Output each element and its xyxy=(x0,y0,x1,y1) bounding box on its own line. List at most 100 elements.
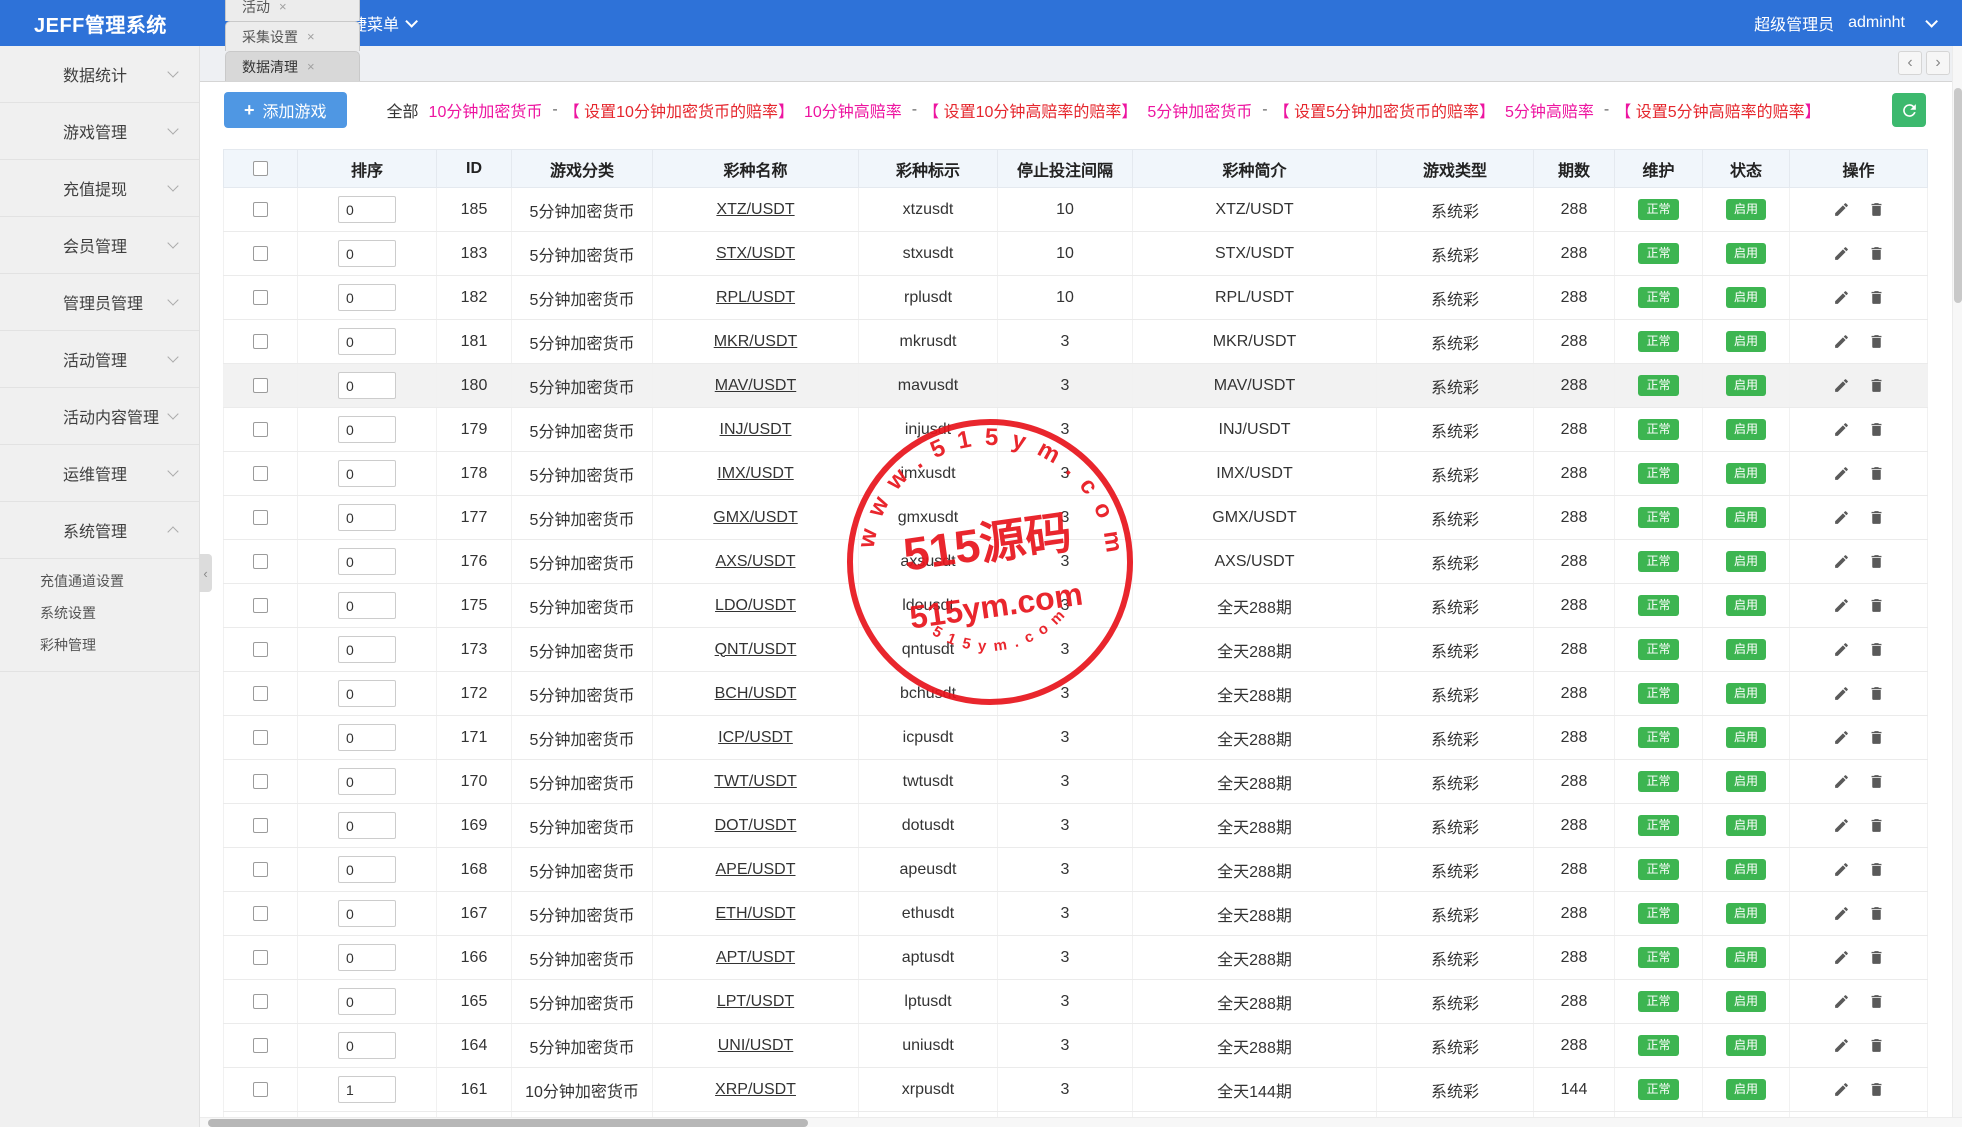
game-name-link[interactable]: ICP/USDT xyxy=(718,729,793,746)
edit-icon[interactable] xyxy=(1833,553,1850,570)
status-badge[interactable]: 启用 xyxy=(1725,331,1766,352)
sort-input[interactable] xyxy=(338,944,396,971)
status-badge[interactable]: 启用 xyxy=(1725,1035,1766,1056)
delete-icon[interactable] xyxy=(1868,685,1885,702)
maintain-badge[interactable]: 正常 xyxy=(1638,1035,1679,1056)
maintain-badge[interactable]: 正常 xyxy=(1638,815,1679,836)
tab-scroll-left-icon[interactable]: ‹ xyxy=(1898,51,1922,75)
maintain-badge[interactable]: 正常 xyxy=(1638,903,1679,924)
sidebar-item-运维管理[interactable]: 运维管理 xyxy=(0,445,199,502)
status-badge[interactable]: 启用 xyxy=(1725,1079,1766,1100)
sidebar-item-会员管理[interactable]: 会员管理 xyxy=(0,217,199,274)
filter-odds-setting-link[interactable]: 【 设置10分钟加密货币的赔率】 xyxy=(564,98,794,122)
sort-input[interactable] xyxy=(338,372,396,399)
game-name-link[interactable]: QNT/USDT xyxy=(715,641,797,658)
sort-input[interactable] xyxy=(338,196,396,223)
game-name-link[interactable]: LDO/USDT xyxy=(715,597,796,614)
edit-icon[interactable] xyxy=(1833,597,1850,614)
edit-icon[interactable] xyxy=(1833,993,1850,1010)
maintain-badge[interactable]: 正常 xyxy=(1638,947,1679,968)
tab-close-icon[interactable]: × xyxy=(307,29,315,44)
delete-icon[interactable] xyxy=(1868,729,1885,746)
select-all-checkbox[interactable] xyxy=(253,160,268,176)
delete-icon[interactable] xyxy=(1868,597,1885,614)
sort-input[interactable] xyxy=(338,680,396,707)
status-badge[interactable]: 启用 xyxy=(1725,727,1766,748)
sort-input[interactable] xyxy=(338,812,396,839)
row-checkbox[interactable] xyxy=(253,817,268,833)
delete-icon[interactable] xyxy=(1868,1037,1885,1054)
status-badge[interactable]: 启用 xyxy=(1725,375,1766,396)
sort-input[interactable] xyxy=(338,284,396,311)
status-badge[interactable]: 启用 xyxy=(1725,595,1766,616)
delete-icon[interactable] xyxy=(1868,817,1885,834)
tab-采集设置[interactable]: 采集设置 × xyxy=(225,21,360,51)
game-name-link[interactable]: AXS/USDT xyxy=(715,553,795,570)
edit-icon[interactable] xyxy=(1833,1081,1850,1098)
edit-icon[interactable] xyxy=(1833,201,1850,218)
filter-all-link[interactable]: 全部 xyxy=(387,98,419,122)
filter-odds-setting-link[interactable]: 【 设置10分钟高赔率的赔率】 xyxy=(923,98,1137,122)
sort-input[interactable] xyxy=(338,636,396,663)
row-checkbox[interactable] xyxy=(253,861,268,877)
sort-input[interactable] xyxy=(338,900,396,927)
edit-icon[interactable] xyxy=(1833,685,1850,702)
sort-input[interactable] xyxy=(338,416,396,443)
row-checkbox[interactable] xyxy=(253,289,268,305)
edit-icon[interactable] xyxy=(1833,729,1850,746)
row-checkbox[interactable] xyxy=(253,641,268,657)
edit-icon[interactable] xyxy=(1833,949,1850,966)
sort-input[interactable] xyxy=(338,1076,396,1103)
maintain-badge[interactable]: 正常 xyxy=(1638,595,1679,616)
row-checkbox[interactable] xyxy=(253,553,268,569)
game-name-link[interactable]: INJ/USDT xyxy=(720,421,792,438)
game-name-link[interactable]: IMX/USDT xyxy=(717,465,793,482)
game-name-link[interactable]: STX/USDT xyxy=(716,245,795,262)
delete-icon[interactable] xyxy=(1868,509,1885,526)
filter-category-link[interactable]: 10分钟加密货币 xyxy=(429,98,543,122)
maintain-badge[interactable]: 正常 xyxy=(1638,287,1679,308)
status-badge[interactable]: 启用 xyxy=(1725,947,1766,968)
maintain-badge[interactable]: 正常 xyxy=(1638,991,1679,1012)
delete-icon[interactable] xyxy=(1868,1081,1885,1098)
maintain-badge[interactable]: 正常 xyxy=(1638,727,1679,748)
status-badge[interactable]: 启用 xyxy=(1725,287,1766,308)
game-name-link[interactable]: XRP/USDT xyxy=(715,1081,796,1098)
game-name-link[interactable]: MKR/USDT xyxy=(714,333,798,350)
status-badge[interactable]: 启用 xyxy=(1725,419,1766,440)
sidebar-subitem-彩种管理[interactable]: 彩种管理 xyxy=(0,629,199,661)
maintain-badge[interactable]: 正常 xyxy=(1638,683,1679,704)
delete-icon[interactable] xyxy=(1868,201,1885,218)
sidebar-subitem-系统设置[interactable]: 系统设置 xyxy=(0,597,199,629)
delete-icon[interactable] xyxy=(1868,773,1885,790)
row-checkbox[interactable] xyxy=(253,729,268,745)
sort-input[interactable] xyxy=(338,592,396,619)
delete-icon[interactable] xyxy=(1868,333,1885,350)
game-name-link[interactable]: APT/USDT xyxy=(716,949,795,966)
maintain-badge[interactable]: 正常 xyxy=(1638,639,1679,660)
row-checkbox[interactable] xyxy=(253,905,268,921)
sort-input[interactable] xyxy=(338,328,396,355)
game-name-link[interactable]: GMX/USDT xyxy=(713,509,797,526)
edit-icon[interactable] xyxy=(1833,641,1850,658)
tab-scroll-right-icon[interactable]: › xyxy=(1926,51,1950,75)
row-checkbox[interactable] xyxy=(253,421,268,437)
status-badge[interactable]: 启用 xyxy=(1725,859,1766,880)
tab-数据清理[interactable]: 数据清理 × xyxy=(225,51,360,81)
edit-icon[interactable] xyxy=(1833,289,1850,306)
delete-icon[interactable] xyxy=(1868,949,1885,966)
row-checkbox[interactable] xyxy=(253,949,268,965)
edit-icon[interactable] xyxy=(1833,377,1850,394)
edit-icon[interactable] xyxy=(1833,861,1850,878)
maintain-badge[interactable]: 正常 xyxy=(1638,375,1679,396)
sort-input[interactable] xyxy=(338,504,396,531)
maintain-badge[interactable]: 正常 xyxy=(1638,771,1679,792)
maintain-badge[interactable]: 正常 xyxy=(1638,507,1679,528)
horizontal-scrollbar[interactable] xyxy=(200,1117,1962,1127)
game-name-link[interactable]: XTZ/USDT xyxy=(716,201,794,218)
sort-input[interactable] xyxy=(338,1032,396,1059)
filter-category-link[interactable]: 10分钟高赔率 xyxy=(804,98,902,122)
row-checkbox[interactable] xyxy=(253,333,268,349)
row-checkbox[interactable] xyxy=(253,509,268,525)
sort-input[interactable] xyxy=(338,768,396,795)
